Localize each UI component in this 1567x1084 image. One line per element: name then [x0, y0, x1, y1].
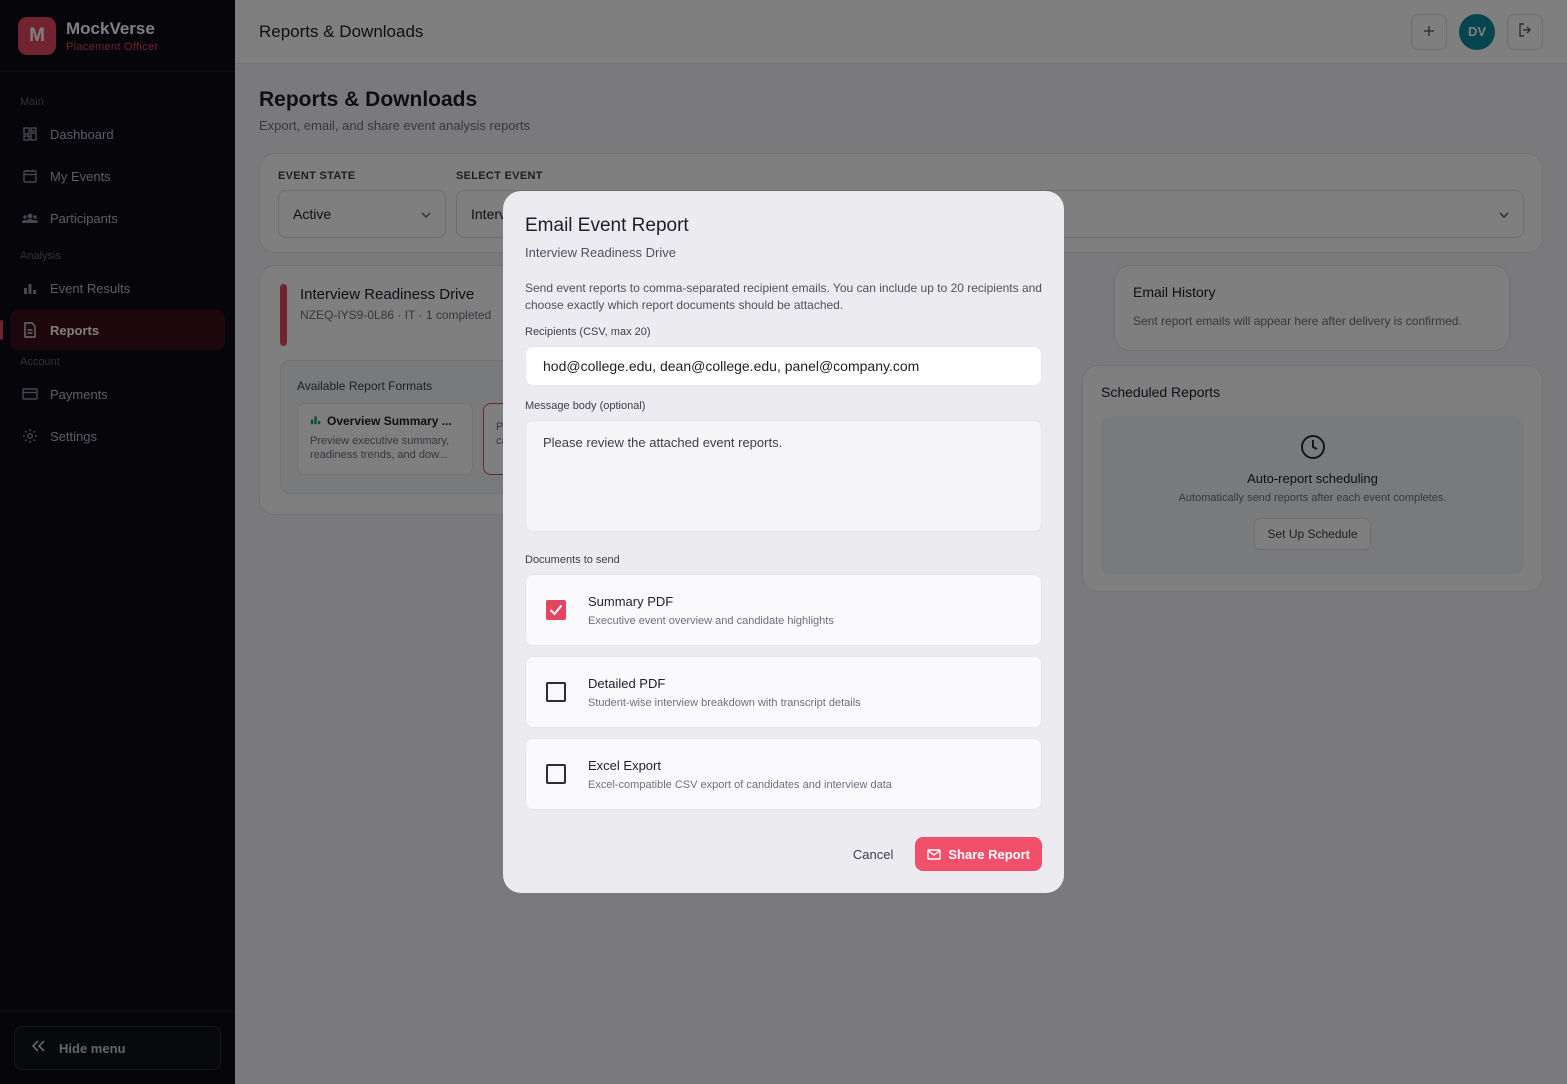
document-title: Excel Export [588, 757, 661, 773]
share-report-button[interactable]: Share Report [915, 837, 1042, 871]
message-textarea[interactable]: Please review the attached event reports… [525, 420, 1042, 532]
email-report-modal: Email Event Report Interview Readiness D… [503, 191, 1064, 893]
mail-icon [927, 848, 942, 860]
document-title: Detailed PDF [588, 675, 666, 691]
modal-title: Email Event Report [525, 215, 689, 236]
document-desc: Executive event overview and candidate h… [588, 614, 834, 627]
document-option-excel[interactable]: Excel Export Excel-compatible CSV export… [525, 738, 1042, 810]
document-title: Summary PDF [588, 593, 674, 609]
document-option-detailed[interactable]: Detailed PDF Student-wise interview brea… [525, 656, 1042, 728]
checkbox-unchecked[interactable] [546, 682, 566, 702]
documents-label: Documents to send [525, 554, 620, 566]
document-desc: Student-wise interview breakdown with tr… [588, 696, 861, 709]
cancel-button[interactable]: Cancel [845, 839, 901, 870]
recipients-label: Recipients (CSV, max 20) [525, 326, 651, 338]
share-report-label: Share Report [948, 846, 1030, 862]
modal-subtitle: Interview Readiness Drive [525, 245, 677, 260]
message-label: Message body (optional) [525, 400, 646, 412]
documents-list: Summary PDF Executive event overview and… [525, 574, 1042, 810]
recipients-input[interactable]: hod@college.edu, dean@college.edu, panel… [525, 346, 1042, 386]
checkbox-unchecked[interactable] [546, 764, 566, 784]
document-desc: Excel-compatible CSV export of candidate… [588, 778, 892, 791]
modal-description: Send event reports to comma-separated re… [525, 281, 1042, 312]
checkbox-checked[interactable] [546, 600, 566, 620]
document-option-summary[interactable]: Summary PDF Executive event overview and… [525, 574, 1042, 646]
